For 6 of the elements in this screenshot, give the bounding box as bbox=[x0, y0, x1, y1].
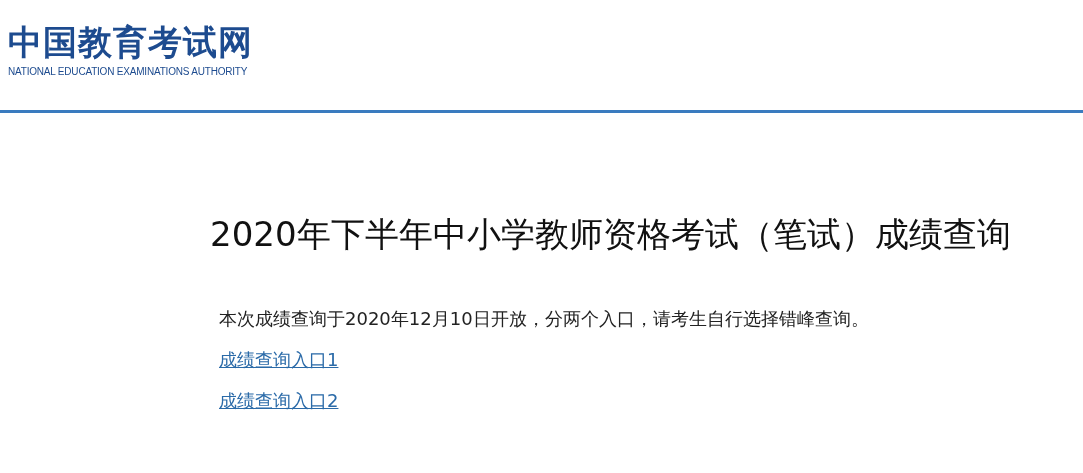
query-link[interactable]: 成绩查询入口2 bbox=[219, 387, 339, 414]
notice-text: 本次成绩查询于2020年12月10日开放，分两个入口，请考生自行选择错峰查询。 bbox=[219, 307, 869, 331]
page-title: 2020年下半年中小学教师资格考试（笔试）成绩查询 bbox=[210, 213, 1011, 256]
logo-subtitle: NATIONAL EDUCATION EXAMINATIONS AUTHORITY bbox=[8, 66, 248, 77]
logo-title: 中国教育考试网 bbox=[8, 22, 253, 62]
query-link[interactable]: 成绩查询入口1 bbox=[219, 346, 339, 373]
